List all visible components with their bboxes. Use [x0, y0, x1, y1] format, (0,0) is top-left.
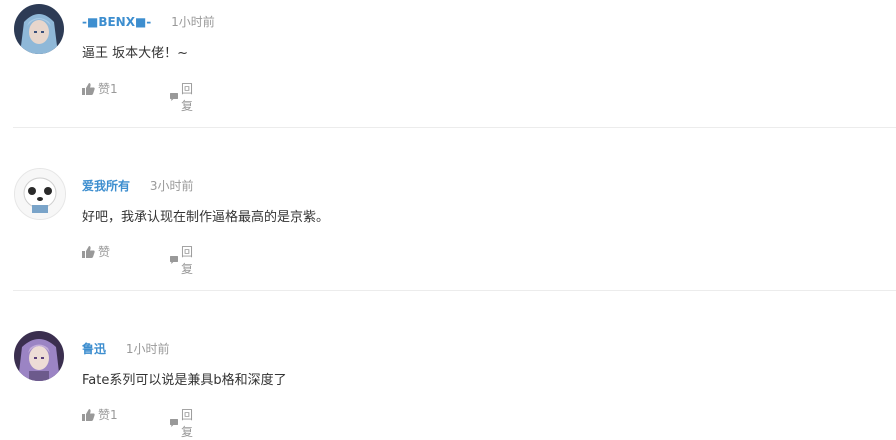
- comment-actions: 赞1 回复: [82, 406, 193, 439]
- comment-actions: 赞 回复: [82, 243, 193, 276]
- like-button[interactable]: 赞: [82, 243, 110, 260]
- reply-label: 回复: [181, 245, 194, 276]
- thumbs-up-icon: [82, 408, 95, 421]
- like-count: 赞1: [98, 82, 118, 96]
- speech-bubble-icon: [170, 93, 178, 101]
- like-button[interactable]: 赞1: [82, 406, 118, 423]
- comment-text: 逼王 坂本大佬！~: [82, 46, 189, 61]
- reply-button[interactable]: 回复: [170, 243, 197, 277]
- reply-label: 回复: [181, 408, 194, 439]
- timestamp: 1小时前: [171, 15, 215, 29]
- like-count: 赞1: [98, 408, 118, 422]
- speech-bubble-icon: [170, 419, 178, 427]
- username-link[interactable]: 爱我所有: [82, 179, 130, 193]
- reply-button[interactable]: 回复: [170, 406, 197, 440]
- reply-label: 回复: [181, 82, 194, 113]
- comment-actions: 赞1 回复: [82, 80, 193, 113]
- reply-button[interactable]: 回复: [170, 80, 197, 114]
- comment-header: -■BENX■- 1小时前: [82, 13, 215, 30]
- comment-item: 爱我所有 3小时前 好吧，我承认现在制作逼格最高的是京紫。 赞 回复: [0, 163, 896, 326]
- speech-bubble-icon: [170, 256, 178, 264]
- comment-item: -■BENX■- 1小时前 逼王 坂本大佬！~ 赞1 回复: [0, 0, 896, 163]
- divider: [13, 290, 896, 291]
- avatar[interactable]: [14, 168, 66, 220]
- comment-header: 鲁迅 1小时前: [82, 340, 169, 357]
- username-link[interactable]: -■BENX■-: [82, 15, 151, 29]
- comment-header: 爱我所有 3小时前: [82, 177, 193, 194]
- thumbs-up-icon: [82, 245, 95, 258]
- like-count: 赞: [98, 245, 111, 259]
- like-button[interactable]: 赞1: [82, 80, 118, 97]
- comment-item: 鲁迅 1小时前 Fate系列可以说是兼具b格和深度了 赞1 回复: [0, 326, 896, 439]
- timestamp: 3小时前: [149, 179, 194, 193]
- avatar[interactable]: [14, 4, 64, 54]
- username-link[interactable]: 鲁迅: [82, 342, 106, 356]
- comment-text: 好吧，我承认现在制作逼格最高的是京紫。: [82, 210, 330, 225]
- comment-text: Fate系列可以说是兼具b格和深度了: [82, 373, 287, 388]
- thumbs-up-icon: [82, 82, 95, 95]
- divider: [13, 127, 896, 128]
- timestamp: 1小时前: [125, 342, 170, 356]
- avatar[interactable]: [14, 331, 64, 381]
